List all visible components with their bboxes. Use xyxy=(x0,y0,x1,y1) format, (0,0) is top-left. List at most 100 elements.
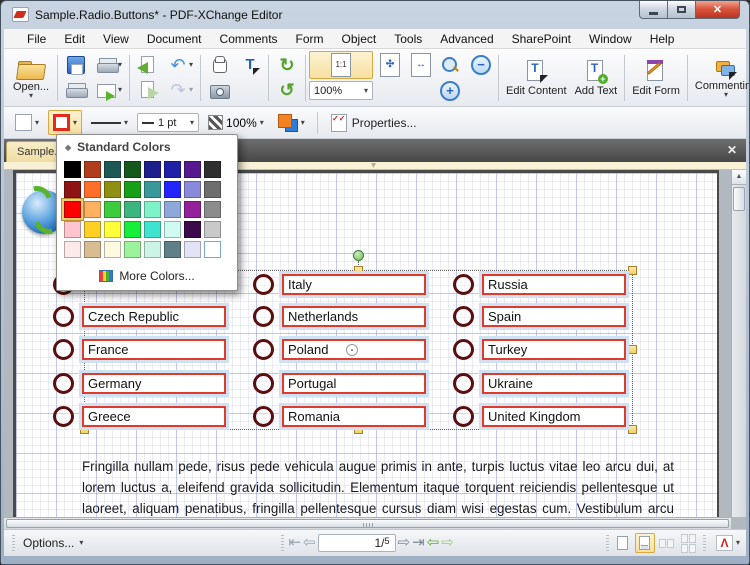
two-page-continuous-button[interactable] xyxy=(679,533,699,553)
color-swatch-6e6e6e[interactable] xyxy=(204,181,221,198)
menu-window[interactable]: Window xyxy=(580,30,641,48)
text-field-italy[interactable]: Italy xyxy=(282,274,426,295)
open-in-reader-button[interactable]: Λ ▾ xyxy=(715,535,740,551)
menu-form[interactable]: Form xyxy=(287,30,333,48)
edit-content-button[interactable]: T Edit Content xyxy=(502,52,571,104)
hand-tool-button[interactable] xyxy=(204,52,234,78)
color-swatch-55188e[interactable] xyxy=(184,161,201,178)
color-swatch-ffffff[interactable] xyxy=(204,241,221,258)
menu-document[interactable]: Document xyxy=(138,30,211,48)
text-field-france[interactable]: France xyxy=(82,339,226,360)
options-button[interactable]: Options... ▾ xyxy=(17,533,89,553)
close-button[interactable]: ✕ xyxy=(695,1,740,19)
color-swatch-3c0b4c[interactable] xyxy=(184,221,201,238)
color-swatch-cffbf3[interactable] xyxy=(164,221,181,238)
color-swatch-5f8088[interactable] xyxy=(164,241,181,258)
color-swatch-3ecc3e[interactable] xyxy=(104,201,121,218)
color-swatch-1c5954[interactable] xyxy=(104,161,121,178)
actual-size-button[interactable]: 1:1 xyxy=(309,50,374,79)
text-field-turkey[interactable]: Turkey xyxy=(482,339,626,360)
maximize-button[interactable] xyxy=(668,1,695,19)
rotate-cw-button[interactable]: ↻ xyxy=(272,52,302,78)
marquee-zoom-button[interactable] xyxy=(435,52,465,78)
line-width-combo[interactable]: 1 pt ▾ xyxy=(137,113,200,132)
previous-view-button[interactable]: ⇦ xyxy=(427,534,440,552)
fit-page-button[interactable]: ✣ xyxy=(376,51,404,79)
first-page-button[interactable]: ⇤ xyxy=(288,534,301,552)
quick-print-button[interactable]: ▾ xyxy=(92,52,126,78)
color-swatch-e3e3f7[interactable] xyxy=(184,241,201,258)
document-tab[interactable]: Sample. xyxy=(6,141,62,162)
radio-button[interactable] xyxy=(453,373,474,394)
color-swatch-3a9898[interactable] xyxy=(144,181,161,198)
radio-button[interactable] xyxy=(53,373,74,394)
previous-page-button[interactable]: ⇦ xyxy=(303,534,316,552)
last-page-button[interactable]: ⇥ xyxy=(412,534,425,552)
horizontal-scroll-thumb[interactable] xyxy=(6,519,729,528)
color-swatch-d8bd92[interactable] xyxy=(84,241,101,258)
color-swatch-3fe4cf[interactable] xyxy=(144,221,161,238)
single-page-layout-button[interactable] xyxy=(613,533,633,553)
resize-handle-bottom-right[interactable] xyxy=(628,425,637,434)
color-swatch-ff0000[interactable] xyxy=(64,201,81,218)
add-text-button[interactable]: T + Add Text xyxy=(571,52,622,104)
menu-tools[interactable]: Tools xyxy=(385,30,431,48)
color-swatch-17a017[interactable] xyxy=(124,181,141,198)
menu-view[interactable]: View xyxy=(94,30,138,48)
radio-button[interactable] xyxy=(53,339,74,360)
email-button[interactable]: ▾ xyxy=(92,77,126,103)
radio-button[interactable] xyxy=(253,306,274,327)
color-swatch-000000[interactable] xyxy=(64,161,81,178)
text-field-netherlands[interactable]: Netherlands xyxy=(282,306,426,327)
radio-button[interactable] xyxy=(53,306,74,327)
menu-advanced[interactable]: Advanced xyxy=(431,30,502,48)
vertical-scrollbar[interactable]: ▲ xyxy=(731,170,746,517)
print-button[interactable] xyxy=(61,77,91,103)
menu-object[interactable]: Object xyxy=(333,30,386,48)
menu-sharepoint[interactable]: SharePoint xyxy=(503,30,580,48)
export-button[interactable] xyxy=(133,77,163,103)
radio-button[interactable] xyxy=(453,306,474,327)
line-style-button[interactable]: ▾ xyxy=(86,116,133,130)
color-swatch-fdfbdf[interactable] xyxy=(104,241,121,258)
color-swatch-8f8f14[interactable] xyxy=(104,181,121,198)
resize-handle-top-right[interactable] xyxy=(628,266,637,275)
radio-button[interactable] xyxy=(253,406,274,427)
resize-handle-middle-right[interactable] xyxy=(628,345,637,354)
text-field-romania[interactable]: Romania xyxy=(282,406,426,427)
text-field-greece[interactable]: Greece xyxy=(82,406,226,427)
text-field-germany[interactable]: Germany xyxy=(82,373,226,394)
color-swatch-ffff3b[interactable] xyxy=(104,221,121,238)
color-swatch-ffb061[interactable] xyxy=(84,201,101,218)
horizontal-scrollbar[interactable] xyxy=(4,517,731,529)
vertical-scroll-thumb[interactable] xyxy=(733,187,745,211)
menu-comments[interactable]: Comments xyxy=(211,30,287,48)
zoom-in-button[interactable]: + xyxy=(435,79,465,103)
radio-button[interactable] xyxy=(253,339,274,360)
radio-button[interactable] xyxy=(253,373,274,394)
edit-form-button[interactable]: Edit Form xyxy=(628,52,684,104)
color-swatch-2424ff[interactable] xyxy=(164,181,181,198)
next-page-button[interactable]: ⇨ xyxy=(398,534,411,552)
open-button[interactable]: Open... ▾ xyxy=(8,52,54,104)
radio-button[interactable] xyxy=(453,274,474,295)
opacity-button[interactable]: 100% ▾ xyxy=(203,111,269,134)
title-bar[interactable]: Sample.Radio.Buttons* - PDF-XChange Edit… xyxy=(1,1,749,29)
next-view-button[interactable]: ⇨ xyxy=(441,534,454,552)
color-swatch-b03e1e[interactable] xyxy=(84,161,101,178)
stroke-color-button[interactable]: ▾ xyxy=(48,110,83,135)
save-button[interactable] xyxy=(61,52,91,78)
fill-color-button[interactable]: ▾ xyxy=(10,110,44,135)
color-swatch-c9c9c9[interactable] xyxy=(204,221,221,238)
color-swatch-ffc4ce[interactable] xyxy=(64,221,81,238)
text-field-ukraine[interactable]: Ukraine xyxy=(482,373,626,394)
color-swatch-16ee3c[interactable] xyxy=(124,221,141,238)
rotate-ccw-button[interactable]: ↺ xyxy=(272,77,302,103)
color-swatch-ffd024[interactable] xyxy=(84,221,101,238)
minimize-button[interactable] xyxy=(639,1,668,19)
color-swatch-14581b[interactable] xyxy=(124,161,141,178)
color-swatch-3db57f[interactable] xyxy=(124,201,141,218)
continuous-layout-button[interactable] xyxy=(634,533,655,553)
zoom-out-button[interactable]: − xyxy=(467,53,495,77)
zoom-combo[interactable]: 100% ▾ xyxy=(309,81,374,100)
